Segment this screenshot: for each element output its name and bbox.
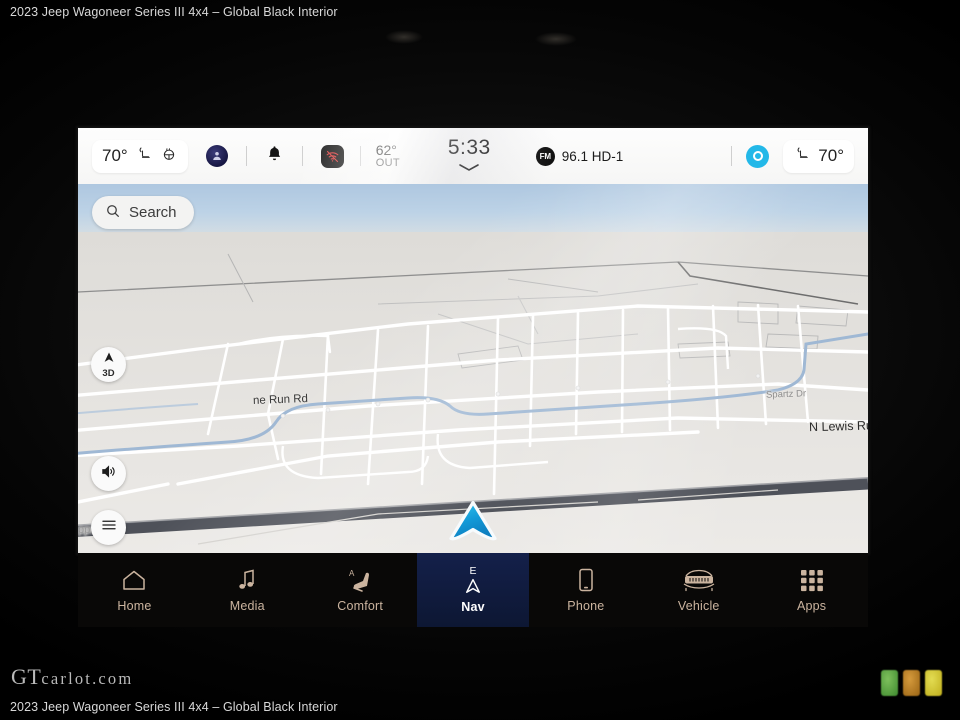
status-divider-3 [359,146,361,166]
search-placeholder-text: Search [129,204,177,221]
clock-time: 5:33 [447,135,491,159]
nav-nav[interactable]: E Nav [416,553,530,627]
passenger-climate-control[interactable]: 70° [783,139,854,173]
bottom-nav-bar: Home Media A Comfort E Nav Phone Vehicle… [78,553,868,627]
driver-climate-control[interactable]: 70° [92,139,188,173]
dash-reflection-left [385,30,423,44]
svg-text:A: A [349,569,355,578]
nav-vehicle[interactable]: Vehicle [642,553,755,627]
heated-steering-wheel-icon[interactable] [160,145,178,168]
suv-front-icon [680,567,718,593]
nav-nav-label: Nav [461,600,485,615]
vehicle-position-arrow [447,499,499,550]
status-bar: 70° 62° OUT 5:33 FM 96.1 HD-1 70° [78,128,868,184]
nav-comfort-label: Comfort [337,599,384,613]
nav-media-label: Media [229,599,265,613]
status-divider-1 [245,146,247,166]
swatch-green[interactable] [881,670,898,696]
compass-direction-letter: E [469,564,477,577]
nav-apps-label: Apps [796,599,827,613]
outside-temp-value: 62° [375,141,397,158]
search-icon [105,203,121,223]
north-arrow-icon [102,350,116,368]
map-menu-button[interactable] [91,510,126,545]
status-divider-4 [731,146,733,166]
watermark-primary: GT [11,664,42,689]
map-3d-label: 3D [102,368,115,380]
map-label: Spartz Dr [765,388,807,401]
radio-status[interactable]: FM 96.1 HD-1 [535,146,624,166]
compass-arrow-icon: E [464,566,482,595]
chevron-down-icon[interactable] [458,160,480,176]
nav-apps[interactable]: Apps [755,553,868,627]
dash-reflection-right [535,32,577,46]
color-swatches [881,670,942,696]
radio-station-label: 96.1 HD-1 [561,148,624,164]
clock-widget[interactable]: 5:33 [448,137,491,176]
map-label: ne Run Rd [252,393,309,407]
heated-seat-icon[interactable] [135,145,153,168]
watermark: GTcarlot.com [11,664,133,690]
bell-icon[interactable] [265,144,284,168]
map-3d-toggle[interactable]: 3D [91,347,126,382]
smartphone-icon [577,567,595,593]
map-volume-button[interactable] [91,456,126,491]
nav-phone-label: Phone [567,599,605,613]
nav-home-label: Home [117,599,152,613]
infotainment-screen: 70° 62° OUT 5:33 FM 96.1 HD-1 70° ne Run… [78,128,868,553]
seat-ventilation-icon[interactable] [746,144,770,168]
outside-temp-label: OUT [375,156,400,169]
caption-top: 2023 Jeep Wagoneer Series III 4x4 – Glob… [10,5,338,19]
outside-temperature: 62° OUT [376,143,400,169]
nav-home[interactable]: Home [78,553,191,627]
volume-icon [99,463,118,485]
hamburger-menu-icon [100,518,118,537]
user-profile-icon[interactable] [205,145,228,167]
watermark-secondary: carlot.com [41,669,134,688]
passenger-temperature: 70° [818,146,844,165]
nav-vehicle-label: Vehicle [677,599,720,613]
nav-comfort[interactable]: A Comfort [304,553,417,627]
swatch-orange[interactable] [903,670,920,696]
caption-bottom: 2023 Jeep Wagoneer Series III 4x4 – Glob… [10,700,338,714]
seat-climate-icon: A [345,567,375,593]
music-note-icon [236,567,258,593]
map-label: N Lewis Run Rd [808,418,868,435]
wifi-off-icon[interactable] [320,144,344,168]
grid-apps-icon [799,567,825,593]
photo-canvas: 2023 Jeep Wagoneer Series III 4x4 – Glob… [0,0,960,720]
nav-media[interactable]: Media [191,553,304,627]
navigation-map[interactable]: ne Run Rd Spartz Dr N Lewis Run Rd pping… [78,184,868,553]
swatch-yellow[interactable] [925,670,942,696]
house-icon [121,567,147,593]
status-divider-2 [301,146,303,166]
driver-temperature: 70° [102,146,128,165]
heated-seat-icon[interactable] [793,145,811,168]
search-input[interactable]: Search [92,196,194,229]
nav-phone[interactable]: Phone [529,553,642,627]
fm-badge: FM [535,146,555,166]
